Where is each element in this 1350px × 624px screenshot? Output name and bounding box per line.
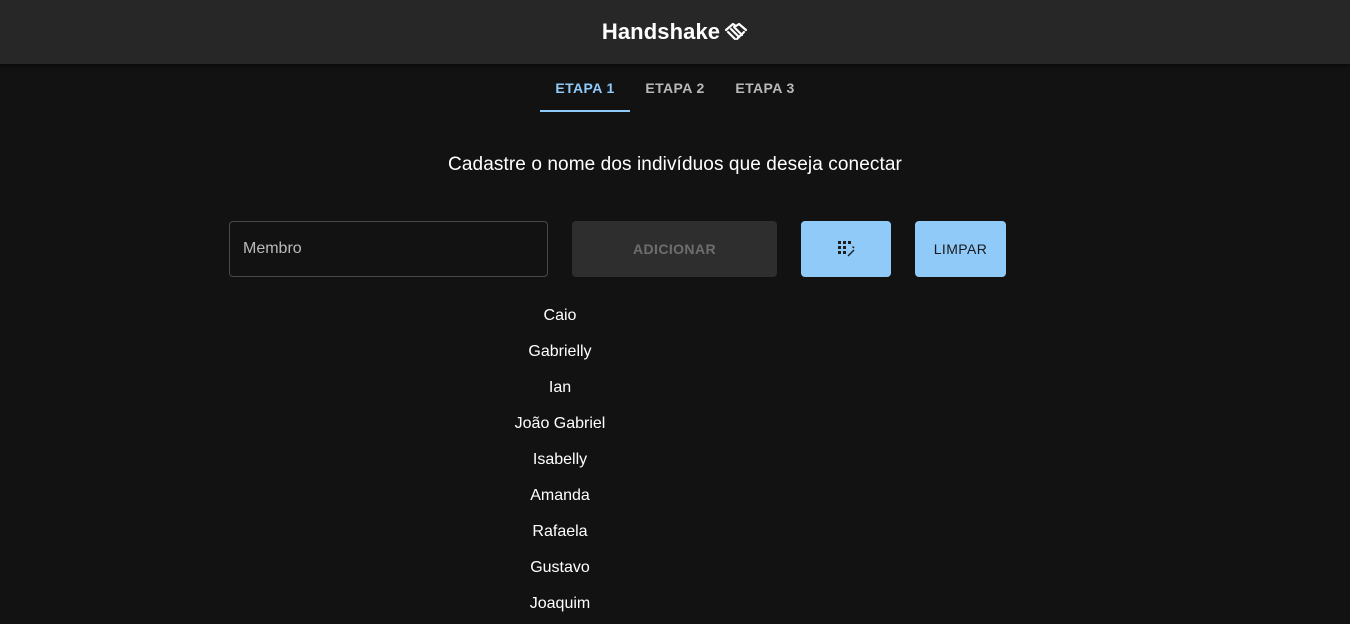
shuffle-grid-icon <box>837 240 855 258</box>
add-button[interactable]: ADICIONAR <box>572 221 777 277</box>
tab-etapa-2[interactable]: ETAPA 2 <box>630 64 720 112</box>
member-input[interactable] <box>229 221 548 277</box>
app-bar: Handshake <box>0 0 1350 64</box>
list-item: João Gabriel <box>514 415 606 432</box>
list-item: Rafaela <box>532 523 588 540</box>
stepper-tabs: ETAPA 1 ETAPA 2 ETAPA 3 <box>540 64 810 112</box>
list-item: Joaquim <box>529 595 591 612</box>
list-item: Isabelly <box>532 451 588 468</box>
app-title: Handshake <box>601 19 721 44</box>
tab-etapa-3[interactable]: ETAPA 3 <box>720 64 810 112</box>
list-item: Gabrielly <box>528 343 592 360</box>
page-heading: Cadastre o nome dos indivíduos que desej… <box>448 154 902 175</box>
list-item: Ian <box>548 379 572 396</box>
members-list: Caio Gabrielly Ian João Gabriel Isabelly… <box>460 298 660 622</box>
list-item: Amanda <box>530 487 590 504</box>
brand: Handshake <box>602 19 748 45</box>
list-item: Caio <box>543 307 577 324</box>
tab-etapa-1[interactable]: ETAPA 1 <box>540 64 630 112</box>
clear-button[interactable]: LIMPAR <box>915 221 1006 277</box>
list-item: Gustavo <box>530 559 590 576</box>
shuffle-button[interactable] <box>801 221 891 277</box>
handshake-icon <box>724 20 748 44</box>
